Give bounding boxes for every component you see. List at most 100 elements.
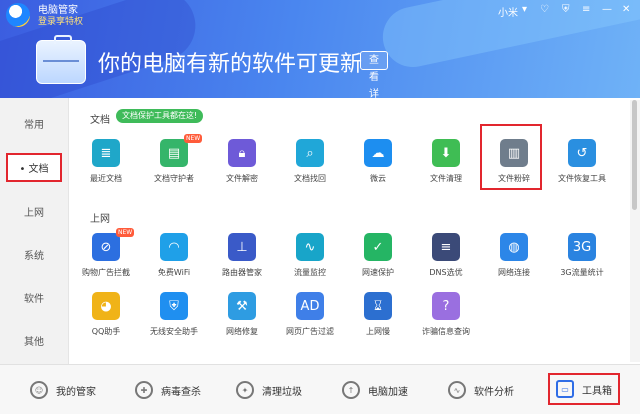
- tool-label: 文件解密: [226, 174, 258, 183]
- new-badge: NEW: [116, 228, 135, 237]
- toolbox-icon: ▭: [556, 380, 574, 398]
- globe-icon: ◍: [500, 233, 528, 261]
- view-details-button[interactable]: 查看详情: [360, 51, 388, 98]
- fraud-query-icon: ?: [432, 292, 460, 320]
- tool-label: 微云: [370, 174, 386, 183]
- nav-toolbox[interactable]: ▭ 工具箱: [548, 373, 620, 405]
- nav-my-butler[interactable]: ☺ 我的管家: [30, 377, 96, 403]
- shield-icon[interactable]: ⛨: [562, 4, 570, 15]
- tool-tile[interactable]: ⌕ 文档找回: [276, 139, 344, 191]
- file-restore-icon: ↺: [568, 139, 596, 167]
- nav-virus-scan[interactable]: ✚ 病毒查杀: [135, 377, 201, 403]
- login-privilege-link[interactable]: 登录享特权: [38, 14, 83, 27]
- nav-speedup[interactable]: ↑ 电脑加速: [342, 377, 408, 403]
- tool-tile[interactable]: 🔒︎ 文件解密: [208, 139, 276, 191]
- tool-label: 诈骗信息查询: [422, 327, 470, 336]
- skin-icon[interactable]: ♡: [540, 4, 549, 15]
- nav-label: 电脑加速: [368, 386, 408, 398]
- nav-label: 工具箱: [582, 385, 612, 397]
- virus-scan-icon: ✚: [135, 381, 153, 399]
- doc-search-icon: ⌕: [296, 139, 324, 167]
- tool-tile[interactable]: ⚒ 网络修复: [208, 292, 276, 344]
- sidebar-item-system[interactable]: 系统: [0, 247, 68, 262]
- minimize-icon[interactable]: —: [602, 4, 612, 15]
- new-badge: NEW: [184, 134, 203, 143]
- tool-tile[interactable]: AD 网页广告过滤: [276, 292, 344, 344]
- rocket-icon: ↑: [342, 381, 360, 399]
- dns-icon: ≡: [432, 233, 460, 261]
- nav-label: 清理垃圾: [262, 386, 302, 398]
- tool-tile[interactable]: ◍ 网络连接: [480, 233, 548, 285]
- tool-label: 最近文档: [90, 174, 122, 183]
- software-analysis-icon: ∿: [448, 381, 466, 399]
- menu-icon[interactable]: ≡: [582, 4, 590, 15]
- nav-software-analysis[interactable]: ∿ 软件分析: [448, 377, 514, 403]
- sidebar-item-other[interactable]: 其他: [0, 333, 68, 348]
- tool-tile[interactable]: ⛨ 无线安全助手: [140, 292, 208, 344]
- nav-label: 软件分析: [474, 386, 514, 398]
- tool-tile[interactable]: ≣ 最近文档: [72, 139, 140, 191]
- traffic-monitor-icon: ∿: [296, 233, 324, 261]
- tool-tile[interactable]: ⌛︎ 上网慢: [344, 292, 412, 344]
- sidebar-item-common[interactable]: 常用: [0, 116, 68, 131]
- tool-label: 免费WiFi: [157, 268, 191, 277]
- sidebar-item-documents[interactable]: • 文档: [6, 153, 62, 182]
- ad-filter-icon: AD: [296, 292, 324, 320]
- tool-tile[interactable]: ◠ 免费WiFi: [140, 233, 208, 285]
- tool-tile[interactable]: ≡ DNS选优: [412, 233, 480, 285]
- clean-junk-icon: ✦: [236, 381, 254, 399]
- folder-lock-icon: 🔒︎: [228, 139, 256, 167]
- recent-docs-icon: ≣: [92, 139, 120, 167]
- butler-icon: ☺: [30, 381, 48, 399]
- tool-tile[interactable]: ⊘ NEW 购物广告拦截: [72, 228, 140, 285]
- tool-label: 文档找回: [294, 174, 326, 183]
- tool-tile[interactable]: ⬇ 文件清理: [412, 139, 480, 191]
- title-bar: 电脑管家 登录享特权 小米 ▾ ♡ ⛨ ≡ — ✕: [0, 0, 640, 28]
- active-dot-icon: •: [19, 164, 29, 175]
- file-clean-icon: ⬇: [432, 139, 460, 167]
- tool-label: 流量监控: [294, 268, 326, 277]
- bottom-nav: ☺ 我的管家 ✚ 病毒查杀 ✦ 清理垃圾 ↑ 电脑加速 ∿ 软件分析 ▭ 工具箱: [0, 364, 640, 414]
- shredder-highlight-box: [480, 124, 542, 190]
- sidebar-item-internet[interactable]: 上网: [0, 204, 68, 219]
- tool-label: 无线安全助手: [150, 327, 198, 336]
- section-title-documents: 文档: [90, 115, 110, 126]
- sidebar-item-software[interactable]: 软件: [0, 290, 68, 305]
- cloud-icon: ☁: [364, 139, 392, 167]
- tool-label: 上网慢: [366, 327, 390, 336]
- tool-tile[interactable]: ✓ 网速保护: [344, 233, 412, 285]
- tool-label: 网络修复: [226, 327, 258, 336]
- 3g-icon: 3G: [568, 233, 596, 261]
- nav-label: 我的管家: [56, 386, 96, 398]
- tool-label: 文件清理: [430, 174, 462, 183]
- tool-label: DNS选优: [429, 268, 463, 277]
- tool-tile[interactable]: ☁ 微云: [344, 139, 412, 191]
- category-sidebar: 常用 • 文档 上网 系统 软件 其他: [0, 98, 69, 364]
- tool-tile[interactable]: ▤ NEW 文档守护者: [140, 134, 208, 191]
- tool-label: 路由器管家: [222, 268, 262, 277]
- tool-tile[interactable]: 3G 3G流量统计: [548, 233, 616, 285]
- wifi-shield-icon: ⛨: [160, 292, 188, 320]
- scrollbar-thumb[interactable]: [632, 100, 637, 210]
- user-menu-chevron-icon[interactable]: ▾: [522, 4, 527, 15]
- section-title-internet: 上网: [90, 214, 110, 225]
- tool-label: 购物广告拦截: [82, 268, 130, 277]
- tool-tile[interactable]: ? 诈骗信息查询: [412, 292, 480, 344]
- content-scrollbar[interactable]: [630, 100, 640, 362]
- nav-clean-junk[interactable]: ✦ 清理垃圾: [236, 377, 302, 403]
- user-name[interactable]: 小米: [498, 4, 518, 19]
- tool-tile[interactable]: ⊥ 路由器管家: [208, 233, 276, 285]
- doc-protection-badge[interactable]: 文档保护工具都在这!: [116, 109, 204, 123]
- tool-label: 网速保护: [362, 268, 394, 277]
- network-repair-icon: ⚒: [228, 292, 256, 320]
- wifi-icon: ◠: [160, 233, 188, 261]
- tool-tile[interactable]: ↺ 文件恢复工具: [548, 139, 616, 191]
- close-icon[interactable]: ✕: [622, 4, 630, 15]
- tool-tile[interactable]: ◕ QQ助手: [72, 292, 140, 344]
- router-icon: ⊥: [228, 233, 256, 261]
- tool-label: 3G流量统计: [560, 268, 604, 277]
- tool-label: 文档守护者: [154, 174, 194, 183]
- tool-tile[interactable]: ∿ 流量监控: [276, 233, 344, 285]
- tool-label: 文件恢复工具: [558, 174, 606, 183]
- hourglass-icon: ⌛︎: [364, 292, 392, 320]
